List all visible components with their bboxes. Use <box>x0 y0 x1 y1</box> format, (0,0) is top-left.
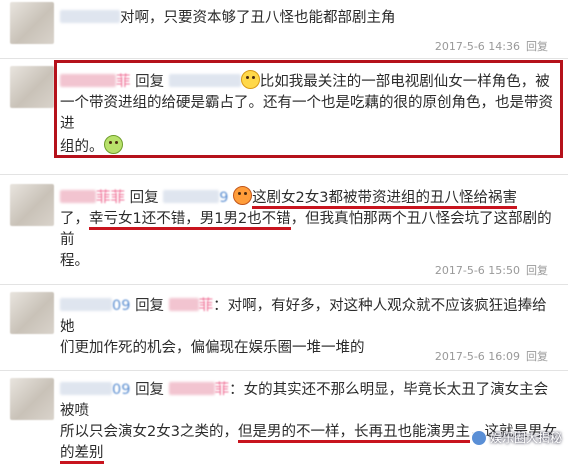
username-blurred[interactable] <box>60 190 96 203</box>
timestamp: 2017-5-6 16:09 <box>434 350 520 363</box>
comment-text: 菲菲 回复 9 这剧女2女3都被带资进组的丑八怪给祸害 了，幸亏女1还不错，男1… <box>60 186 560 272</box>
comment-meta: 2017-5-6 14:36 回复 <box>429 38 548 54</box>
comment-text: 09 回复 菲：女的其实还不那么明显，毕竟长太丑了演女主会被喷 所以只会演女2女… <box>60 380 560 464</box>
highlight-box <box>54 60 563 158</box>
divider <box>0 174 568 175</box>
avatar[interactable] <box>10 184 54 226</box>
divider <box>0 370 568 371</box>
avatar[interactable] <box>10 378 54 420</box>
reply-target-blurred[interactable] <box>163 190 220 203</box>
username-blurred[interactable] <box>60 298 112 311</box>
username[interactable]: 09 <box>112 382 130 398</box>
watermark: 娱乐圈大揭秘 <box>470 429 562 446</box>
timestamp: 2017-5-6 14:36 <box>434 40 520 53</box>
reply-target[interactable]: 菲 <box>199 298 214 314</box>
username[interactable]: 09 <box>112 298 130 314</box>
angry-emoji-icon <box>233 186 253 205</box>
reply-label: 回复 <box>135 298 165 314</box>
comment-text: 对啊，只要资本够了丑八怪也能都部剧主角 <box>60 8 560 29</box>
reply-label: 回复 <box>135 382 165 398</box>
reply-button[interactable]: 回复 <box>526 40 548 53</box>
watermark-logo-icon <box>470 429 487 446</box>
avatar[interactable] <box>10 292 54 334</box>
reply-target[interactable]: 9 <box>219 190 228 206</box>
comment-meta: 2017-5-6 16:09 回复 <box>429 348 548 364</box>
reply-button[interactable]: 回复 <box>526 350 548 363</box>
comment-list: 对啊，只要资本够了丑八怪也能都部剧主角 2017-5-6 14:36 回复 菲 回… <box>0 0 568 464</box>
comment-meta: 2017-5-6 15:50 回复 <box>429 262 548 278</box>
timestamp: 2017-5-6 15:50 <box>434 264 520 277</box>
divider <box>0 58 568 59</box>
username[interactable]: 菲菲 <box>96 190 125 206</box>
reply-button[interactable]: 回复 <box>526 264 548 277</box>
reply-target[interactable]: 菲 <box>215 382 230 398</box>
username-blurred[interactable] <box>60 382 112 395</box>
reply-label: 回复 <box>129 190 159 206</box>
divider <box>0 284 568 285</box>
reply-target-blurred[interactable] <box>168 382 215 395</box>
username-blurred[interactable] <box>60 10 120 23</box>
avatar[interactable] <box>10 66 54 108</box>
reply-target-blurred[interactable] <box>168 298 199 311</box>
avatar[interactable] <box>10 2 54 44</box>
